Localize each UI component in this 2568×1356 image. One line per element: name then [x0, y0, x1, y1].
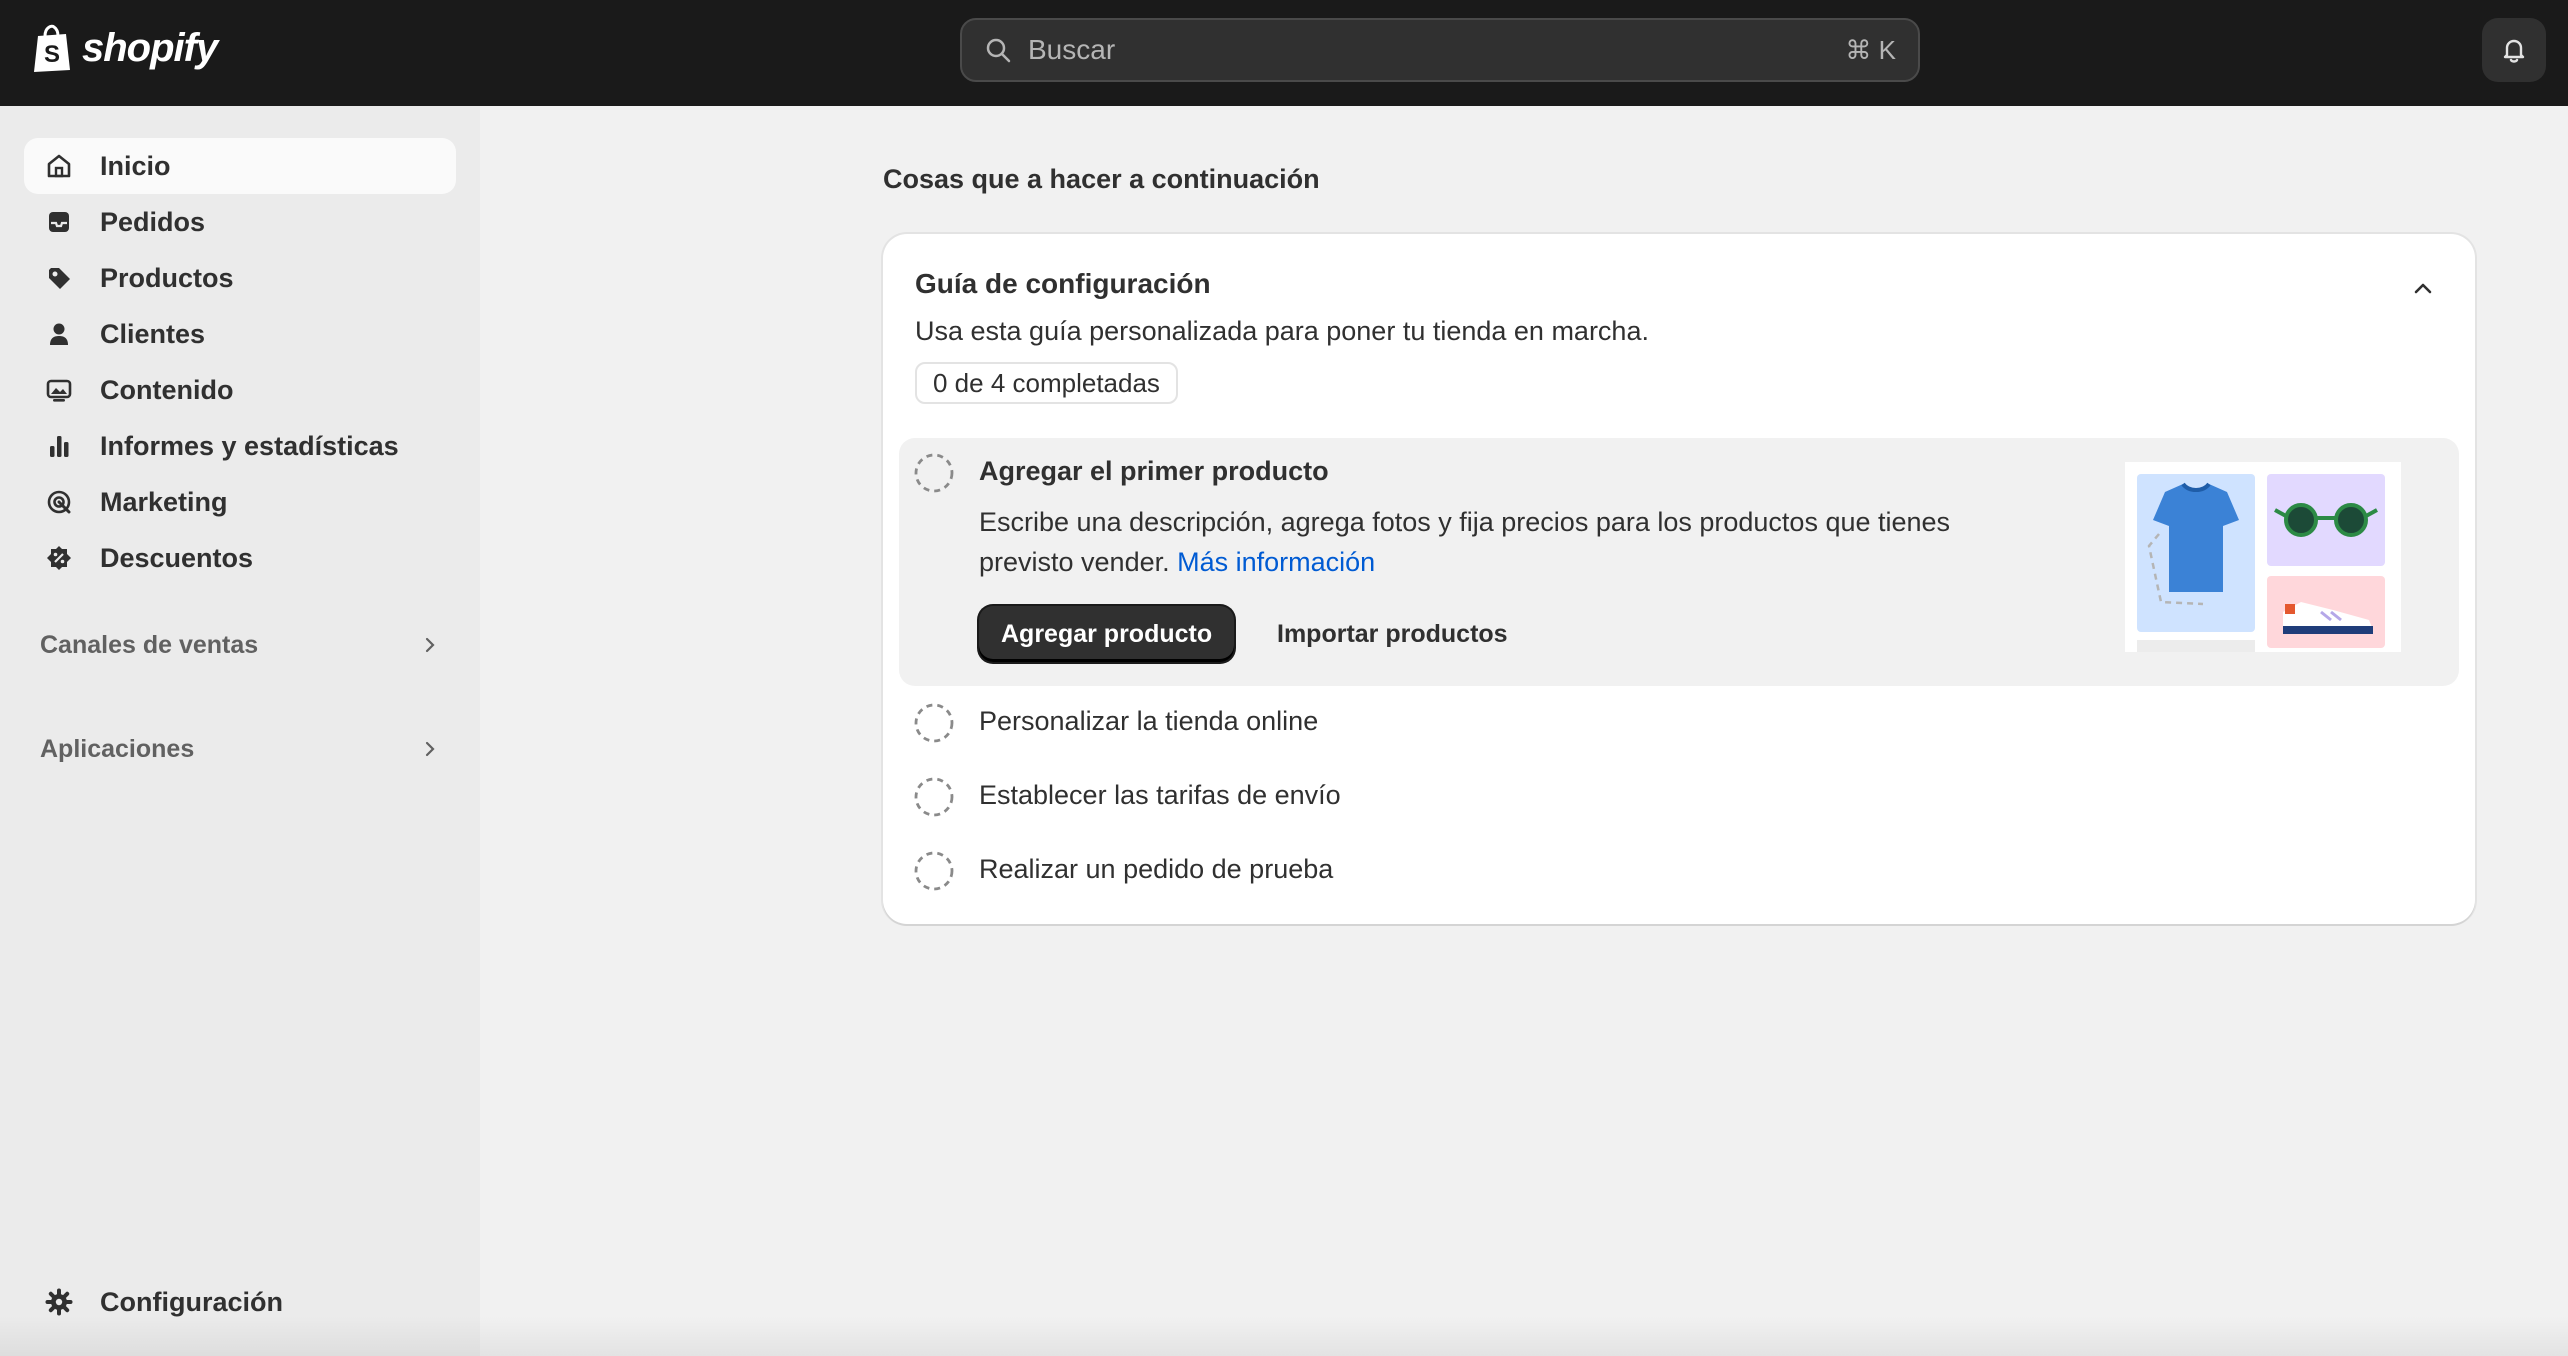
- shopify-bag-icon: S: [34, 24, 70, 72]
- task-shipping-rates[interactable]: Establecer las tarifas de envío: [979, 780, 1341, 811]
- section-label: Canales de ventas: [40, 630, 259, 659]
- bottom-shadow: [0, 1316, 2568, 1356]
- task-title: Agregar el primer producto: [979, 456, 1329, 486]
- chevron-right-icon: [425, 637, 435, 653]
- task-description: Escribe una descripción, agrega fotos y …: [979, 502, 1979, 582]
- sidebar-item-label: Descuentos: [100, 542, 254, 573]
- bar-chart-icon: [44, 431, 74, 461]
- sidebar-item-marketing[interactable]: Marketing: [24, 474, 456, 530]
- learn-more-link[interactable]: Más información: [1177, 547, 1375, 577]
- bell-icon: [2503, 39, 2525, 63]
- search-icon: [986, 38, 1011, 63]
- sidebar-item-clientes[interactable]: Clientes: [24, 306, 456, 362]
- section-label: Aplicaciones: [40, 734, 195, 763]
- chevron-right-icon: [425, 741, 435, 757]
- progress-badge: 0 de 4 completadas: [915, 362, 1178, 404]
- task-test-order[interactable]: Realizar un pedido de prueba: [979, 854, 1333, 885]
- search-bar[interactable]: ⌘ K: [960, 18, 1920, 82]
- target-icon: [44, 487, 74, 517]
- top-bar: S shopify ⌘ K: [0, 0, 2568, 106]
- home-icon: [44, 151, 74, 181]
- sidebar-item-informes[interactable]: Informes y estadísticas: [24, 418, 456, 474]
- person-icon: [44, 319, 74, 349]
- shopify-logo[interactable]: S shopify: [30, 22, 218, 74]
- incomplete-circle-icon[interactable]: [913, 850, 955, 892]
- sidebar-item-label: Inicio: [100, 150, 171, 181]
- sidebar-section-aplicaciones[interactable]: Aplicaciones: [40, 724, 440, 774]
- task-body-text: Escribe una descripción, agrega fotos y …: [979, 507, 1951, 577]
- sidebar-item-label: Productos: [100, 262, 234, 293]
- sidebar-item-inicio[interactable]: Inicio: [24, 138, 456, 194]
- search-shortcut: ⌘ K: [1845, 34, 1896, 65]
- incomplete-circle-icon[interactable]: [913, 702, 955, 744]
- sidebar-item-label: Pedidos: [100, 206, 206, 237]
- setup-guide-card: Guía de configuración Usa esta guía pers…: [883, 234, 2475, 924]
- gear-icon: [44, 1287, 74, 1317]
- products-illustration: [2125, 462, 2401, 652]
- sidebar-item-label: Marketing: [100, 486, 228, 517]
- sidebar-item-pedidos[interactable]: Pedidos: [24, 194, 456, 250]
- sidebar-item-label: Clientes: [100, 318, 206, 349]
- sidebar-item-descuentos[interactable]: Descuentos: [24, 530, 456, 586]
- chevron-up-icon[interactable]: [2407, 272, 2439, 304]
- notifications-button[interactable]: [2482, 18, 2546, 82]
- sidebar-item-label: Configuración: [100, 1286, 283, 1317]
- incomplete-circle-icon[interactable]: [913, 776, 955, 818]
- sidebar-item-label: Informes y estadísticas: [100, 430, 399, 461]
- sidebar-section-canales[interactable]: Canales de ventas: [40, 620, 440, 670]
- tag-icon: [44, 263, 74, 293]
- discount-icon: [44, 543, 74, 573]
- import-products-button[interactable]: Importar productos: [1257, 606, 1528, 662]
- brand-name: shopify: [82, 25, 218, 70]
- task-customize-store[interactable]: Personalizar la tienda online: [979, 706, 1318, 737]
- add-product-button[interactable]: Agregar producto: [979, 606, 1235, 662]
- sidebar-item-contenido[interactable]: Contenido: [24, 362, 456, 418]
- section-title: Cosas que a hacer a continuación: [883, 164, 1320, 194]
- sidebar-item-label: Contenido: [100, 374, 234, 405]
- sidebar: Inicio Pedidos Productos Clientes Conten…: [0, 106, 480, 1356]
- image-icon: [44, 375, 74, 405]
- incomplete-circle-icon[interactable]: [913, 452, 955, 494]
- card-description: Usa esta guía personalizada para poner t…: [915, 316, 1649, 346]
- main-content: Cosas que a hacer a continuación Guía de…: [480, 106, 2568, 1356]
- search-input[interactable]: [1028, 34, 1846, 66]
- card-title: Guía de configuración: [915, 268, 1211, 299]
- sidebar-item-productos[interactable]: Productos: [24, 250, 456, 306]
- svg-text:S: S: [44, 41, 60, 68]
- task-add-product[interactable]: Agregar el primer producto Escribe una d…: [899, 438, 2459, 686]
- inbox-icon: [44, 207, 74, 237]
